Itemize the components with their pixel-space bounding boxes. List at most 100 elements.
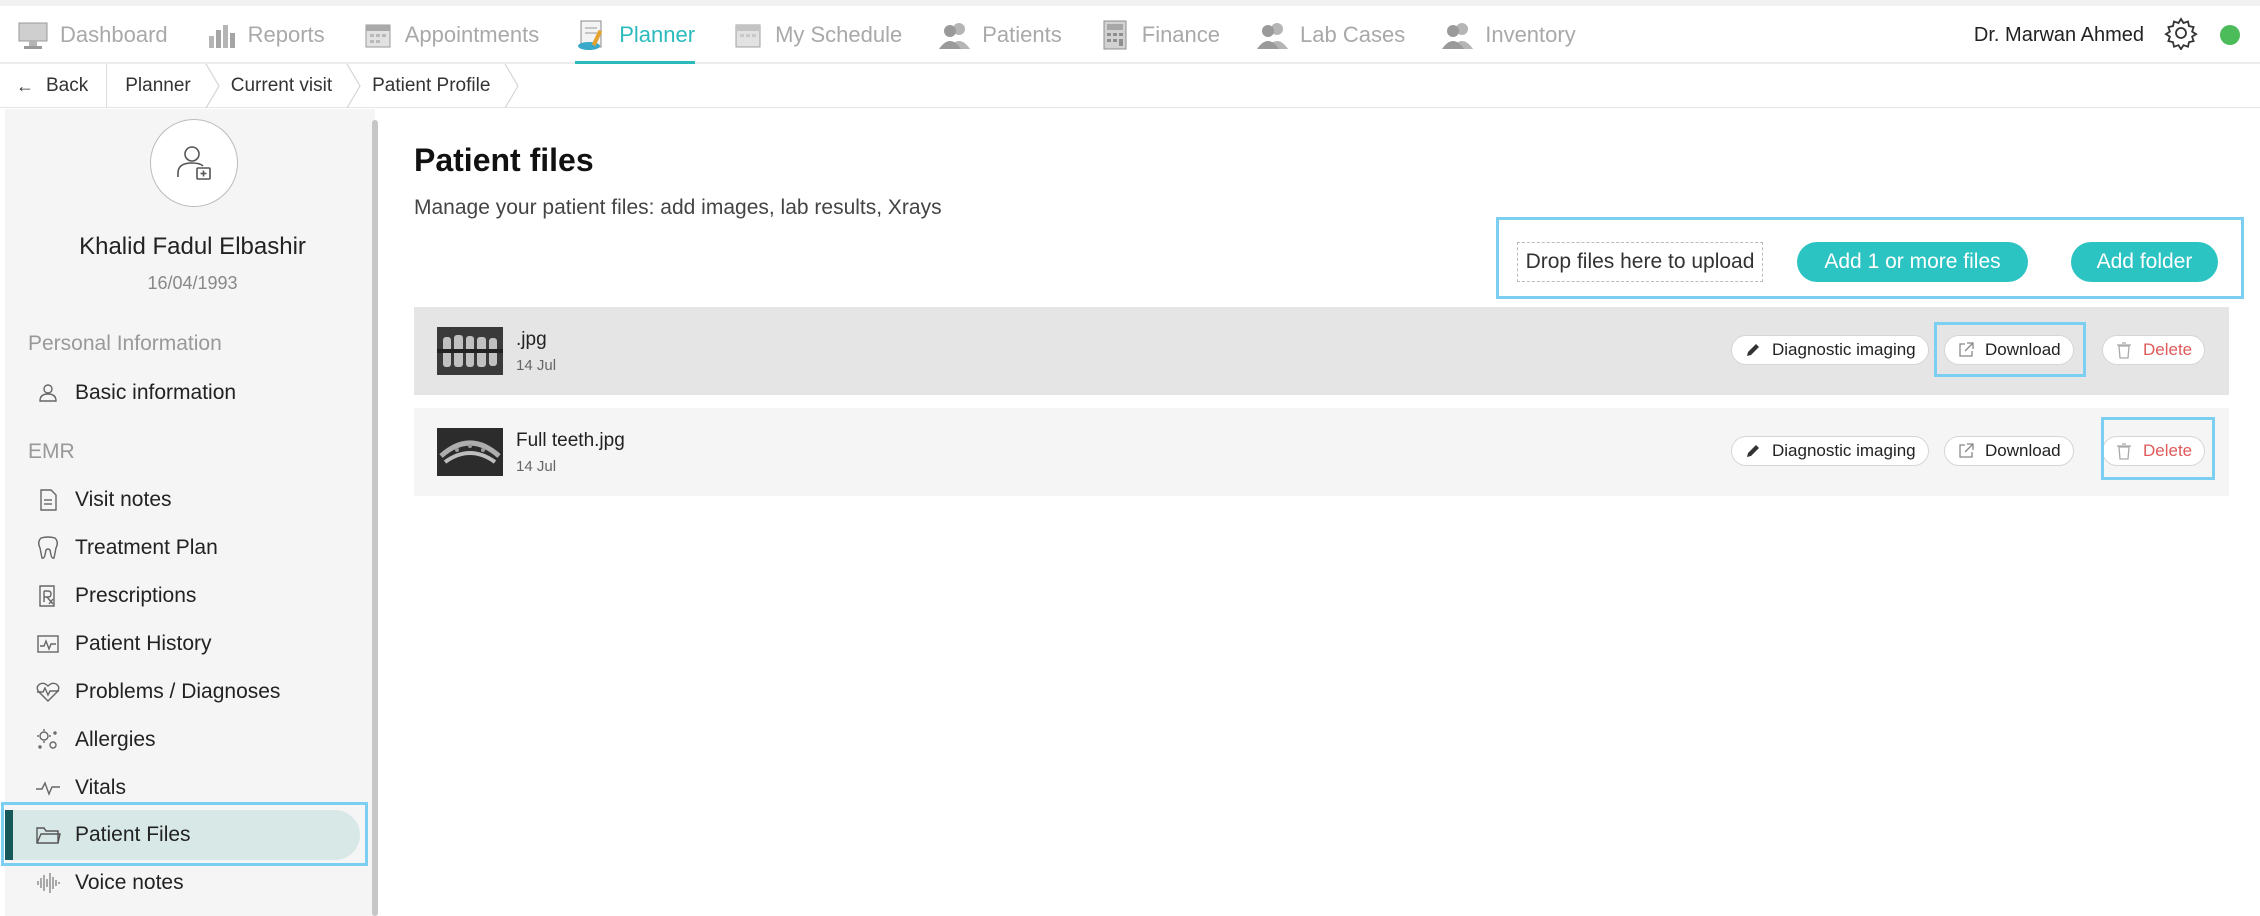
main-nav: Dashboard Reports Appointments Planner M… <box>16 6 1612 64</box>
sidebar-item-label: Prescriptions <box>75 584 197 607</box>
pulse-icon <box>35 775 61 801</box>
highlight-box <box>1934 322 2086 377</box>
users-icon <box>1441 18 1475 52</box>
nav-label: Lab Cases <box>1300 22 1406 47</box>
back-button[interactable]: ← Back <box>16 64 108 108</box>
nav-finance[interactable]: Finance <box>1098 6 1220 64</box>
history-chart-icon <box>35 631 61 657</box>
calendar-icon <box>361 18 395 52</box>
highlight-box <box>2101 417 2215 480</box>
sidebar-item-prescriptions[interactable]: Prescriptions <box>35 576 196 616</box>
top-navigation-bar: Dashboard Reports Appointments Planner M… <box>0 0 2260 64</box>
nav-dashboard[interactable]: Dashboard <box>16 6 168 64</box>
xray-thumbnail[interactable] <box>437 428 503 476</box>
user-name[interactable]: Dr. Marwan Ahmed <box>1974 24 2144 47</box>
sidebar-scrollbar[interactable] <box>372 120 378 916</box>
users-icon <box>938 18 972 52</box>
patient-name: Khalid Fadul Elbashir <box>79 233 306 260</box>
nav-label: Dashboard <box>60 22 168 47</box>
nav-my-schedule[interactable]: My Schedule <box>731 6 902 64</box>
nav-lab-cases[interactable]: Lab Cases <box>1256 6 1405 64</box>
pencil-icon <box>1744 341 1762 359</box>
patient-dob: 16/04/1993 <box>147 273 238 293</box>
waveform-icon <box>35 870 61 896</box>
file-row: Full teeth.jpg 14 Jul Diagnostic imaging… <box>414 408 2229 496</box>
arrow-left-icon: ← <box>16 75 34 96</box>
nav-label: Finance <box>1141 22 1221 47</box>
patient-sidebar: Khalid Fadul Elbashir 16/04/1993 Persona… <box>5 109 375 916</box>
add-files-button[interactable]: Add 1 or more files <box>1797 242 2028 282</box>
category-button[interactable]: Diagnostic imaging <box>1731 436 1929 466</box>
user-icon <box>35 380 61 406</box>
file-name[interactable]: .jpg <box>516 329 547 351</box>
breadcrumb-planner[interactable]: Planner <box>107 64 220 108</box>
user-area: Dr. Marwan Ahmed <box>1974 6 2240 64</box>
sidebar-item-treatment-plan[interactable]: Treatment Plan <box>35 528 218 568</box>
nav-planner[interactable]: Planner <box>575 6 695 64</box>
sidebar-item-basic-information[interactable]: Basic information <box>35 373 236 413</box>
page-subtitle: Manage your patient files: add images, l… <box>414 196 942 219</box>
external-link-icon <box>1957 442 1975 460</box>
bar-chart-icon <box>204 18 238 52</box>
section-personal-information: Personal Information <box>28 332 222 355</box>
trash-icon <box>2115 341 2133 359</box>
sidebar-item-label: Patient History <box>75 632 212 655</box>
pencil-icon <box>1744 442 1762 460</box>
sidebar-item-allergies[interactable]: Allergies <box>35 720 156 760</box>
category-label: Diagnostic imaging <box>1772 340 1916 359</box>
sidebar-item-visit-notes[interactable]: Visit notes <box>35 480 172 520</box>
gear-icon[interactable] <box>2164 16 2198 55</box>
breadcrumb-label: Planner <box>125 75 191 96</box>
avatar[interactable] <box>150 119 238 207</box>
nav-reports[interactable]: Reports <box>204 6 325 64</box>
nav-inventory[interactable]: Inventory <box>1441 6 1576 64</box>
category-button[interactable]: Diagnostic imaging <box>1731 335 1929 365</box>
schedule-icon <box>731 18 765 52</box>
calculator-icon <box>1098 18 1132 52</box>
tooth-icon <box>35 535 61 561</box>
sidebar-item-problems-diagnoses[interactable]: Problems / Diagnoses <box>35 672 280 712</box>
xray-thumbnail[interactable] <box>437 327 503 375</box>
nav-label: Appointments <box>404 22 540 47</box>
delete-label: Delete <box>2143 340 2193 359</box>
diagnosis-icon <box>35 679 61 705</box>
breadcrumb-patient-profile[interactable]: Patient Profile <box>354 64 520 108</box>
nav-label: Patients <box>982 22 1062 47</box>
nav-label: Inventory <box>1485 22 1576 47</box>
users-icon <box>1256 18 1290 52</box>
breadcrumb-label: Patient Profile <box>372 75 491 96</box>
sidebar-item-label: Vitals <box>75 776 126 799</box>
online-status-indicator <box>2220 25 2240 45</box>
breadcrumb-bar: ← Back Planner Current visit Patient Pro… <box>0 64 2260 108</box>
nav-label: Planner <box>619 22 696 47</box>
add-folder-button[interactable]: Add folder <box>2071 242 2218 282</box>
breadcrumb-current-visit[interactable]: Current visit <box>213 64 361 108</box>
sidebar-item-label: Allergies <box>75 728 156 751</box>
file-date: 14 Jul <box>516 357 557 374</box>
sidebar-item-label: Treatment Plan <box>75 536 218 559</box>
download-label: Download <box>1985 441 2061 460</box>
nav-appointments[interactable]: Appointments <box>361 6 540 64</box>
nav-patients[interactable]: Patients <box>938 6 1062 64</box>
file-drop-zone[interactable]: Drop files here to upload <box>1517 242 1763 282</box>
delete-button[interactable]: Delete <box>2102 335 2206 365</box>
highlight-box <box>1 802 368 866</box>
file-name[interactable]: Full teeth.jpg <box>516 430 625 452</box>
page-title: Patient files <box>414 142 594 178</box>
planner-icon <box>575 18 609 52</box>
nav-label: Reports <box>247 22 325 47</box>
breadcrumb-label: Current visit <box>230 75 333 96</box>
document-icon <box>35 487 61 513</box>
breadcrumb: ← Back Planner Current visit Patient Pro… <box>0 64 2260 108</box>
sidebar-item-label: Basic information <box>75 381 237 404</box>
prescription-icon <box>35 583 61 609</box>
nav-label: My Schedule <box>775 22 903 47</box>
sidebar-item-label: Visit notes <box>75 488 172 511</box>
breadcrumb-separator-icon <box>504 64 520 108</box>
sidebar-item-voice-notes[interactable]: Voice notes <box>35 863 184 903</box>
back-label: Back <box>46 75 89 96</box>
sidebar-item-patient-history[interactable]: Patient History <box>35 624 212 664</box>
download-button[interactable]: Download <box>1944 436 2074 466</box>
sidebar-item-label: Voice notes <box>75 871 184 894</box>
file-date: 14 Jul <box>516 458 557 475</box>
